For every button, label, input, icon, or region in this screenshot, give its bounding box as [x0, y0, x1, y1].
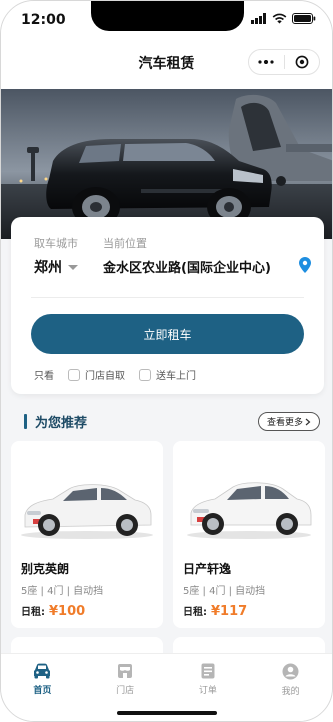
tab-label: 订单 — [198, 686, 217, 696]
battery-icon — [292, 13, 316, 24]
tab-label: 首页 — [33, 686, 52, 696]
price-value: ¥117 — [211, 604, 248, 619]
city-value: 郑州 — [34, 260, 62, 276]
daily-price: 日租: ¥100 — [21, 603, 85, 619]
location-pin-icon[interactable] — [299, 257, 311, 273]
section-title: 为您推荐 — [35, 416, 88, 431]
checkbox-label: 送车上门 — [156, 371, 196, 382]
checkbox-box[interactable] — [139, 368, 151, 381]
white-sedan-image — [21, 484, 153, 539]
filter-options: 只看 门店自取 送车上门 — [34, 367, 196, 382]
tab-label: 门店 — [116, 686, 135, 696]
target-close-icon — [295, 55, 309, 69]
notch — [91, 1, 244, 31]
navigation-bar: 汽车租赁 — [1, 43, 332, 89]
daily-price: 日租: ¥117 — [183, 603, 247, 619]
checkbox-label: 门店自取 — [85, 371, 125, 382]
price-label: 日租: — [21, 607, 45, 618]
section-accent-bar — [24, 414, 27, 429]
car-name: 日产轩逸 — [183, 562, 232, 576]
car-spec: 5座 | 4门 | 自动挡 — [21, 586, 104, 597]
location-value[interactable]: 金水区农业路(国际企业中心) — [103, 257, 271, 276]
chevron-right-icon — [305, 418, 311, 425]
view-more-button[interactable]: 查看更多 — [257, 412, 320, 431]
current-location-label: 当前位置 — [103, 237, 147, 250]
mini-program-capsule — [248, 49, 320, 75]
order-icon — [201, 663, 215, 679]
car-spec: 5座 | 4门 | 自动挡 — [183, 586, 266, 597]
more-menu-button[interactable] — [249, 50, 284, 74]
car-name: 别克英朗 — [21, 562, 70, 576]
close-program-button[interactable] — [285, 50, 320, 74]
more-dots-icon — [258, 60, 274, 64]
view-more-label: 查看更多 — [266, 418, 303, 428]
phone-screen: 12:00 汽车租赁 取车城市 当前位置 郑州 金水区农业路(国际企业中心) 立… — [0, 0, 333, 722]
store-pickup-checkbox[interactable]: 门店自取 — [68, 367, 125, 382]
pickup-city-label: 取车城市 — [34, 237, 78, 250]
car-card[interactable]: 日产轩逸 5座 | 4门 | 自动挡 日租: ¥117 — [173, 441, 325, 628]
price-value: ¥100 — [49, 604, 86, 619]
wifi-icon — [272, 13, 287, 24]
rental-form-card: 取车城市 当前位置 郑州 金水区农业路(国际企业中心) 立即租车 只看 门店自取… — [11, 217, 324, 394]
filter-label: 只看 — [34, 371, 54, 382]
tab-profile[interactable]: 我的 — [249, 654, 332, 721]
user-icon — [282, 663, 299, 680]
checkbox-box[interactable] — [68, 368, 80, 381]
signal-icon — [251, 13, 266, 24]
system-icons — [251, 13, 316, 24]
car-icon — [34, 663, 51, 679]
price-label: 日租: — [183, 607, 207, 618]
chevron-down-icon — [68, 264, 78, 270]
store-icon — [118, 664, 133, 678]
home-indicator — [117, 711, 217, 715]
delivery-checkbox[interactable]: 送车上门 — [139, 367, 196, 382]
status-time: 12:00 — [21, 12, 66, 28]
tab-label: 我的 — [281, 687, 300, 697]
car-card[interactable]: 别克英朗 5座 | 4门 | 自动挡 日租: ¥100 — [11, 441, 163, 628]
status-bar: 12:00 — [1, 1, 332, 43]
divider — [31, 297, 304, 298]
tab-home[interactable]: 首页 — [1, 654, 84, 721]
city-selector[interactable]: 郑州 — [34, 257, 78, 277]
white-sedan-image — [187, 482, 312, 539]
rent-now-button[interactable]: 立即租车 — [31, 314, 304, 354]
recommend-section-header: 为您推荐 查看更多 — [11, 406, 324, 436]
